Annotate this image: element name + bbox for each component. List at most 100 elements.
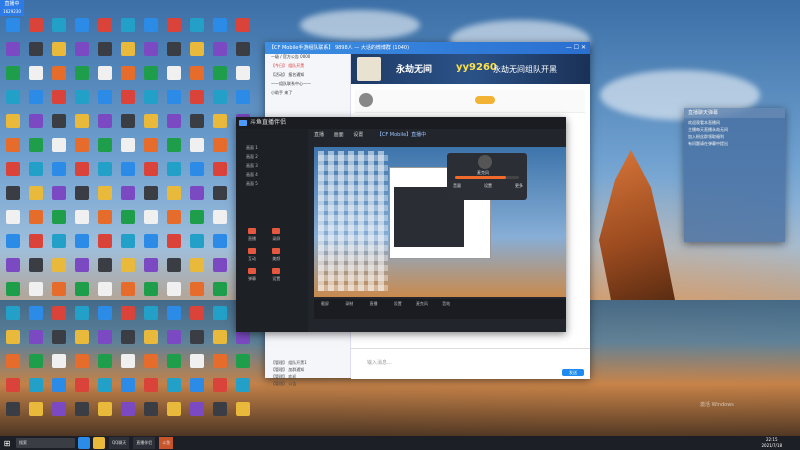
desktop-icon[interactable] — [140, 402, 162, 426]
desktop-icon[interactable] — [25, 234, 47, 258]
desktop-icon[interactable] — [163, 42, 185, 66]
desktop-icon[interactable] — [94, 162, 116, 186]
stream-preview[interactable] — [314, 147, 566, 297]
desktop-icon[interactable] — [140, 162, 162, 186]
scene-item[interactable]: 画面 4 — [236, 172, 308, 181]
desktop-icon[interactable] — [117, 138, 139, 162]
taskbar-clock[interactable]: 22:15 2021/7/18 — [761, 437, 782, 449]
desktop-icon[interactable] — [2, 66, 24, 90]
scene-item[interactable]: 画面 3 — [236, 163, 308, 172]
desktop-icon[interactable] — [209, 306, 231, 330]
desktop-icon[interactable] — [186, 18, 208, 42]
desktop-icon[interactable] — [71, 114, 93, 138]
desktop-icon[interactable] — [186, 402, 208, 426]
desktop-icon[interactable] — [186, 162, 208, 186]
start-button[interactable]: ⊞ — [0, 436, 14, 450]
desktop-icon[interactable] — [140, 210, 162, 234]
desktop-icon[interactable] — [2, 306, 24, 330]
desktop-icon[interactable] — [71, 18, 93, 42]
tool-record[interactable]: 录屏 — [266, 226, 286, 244]
desktop-icon[interactable] — [140, 354, 162, 378]
desktop-icon[interactable] — [71, 42, 93, 66]
taskbar-task[interactable]: 斗鱼 — [159, 437, 174, 449]
desktop-icon[interactable] — [209, 138, 231, 162]
desktop-icon[interactable] — [140, 306, 162, 330]
desktop-icon[interactable] — [140, 282, 162, 306]
desktop-icon[interactable] — [94, 330, 116, 354]
desktop-icon[interactable] — [117, 330, 139, 354]
desktop-icon[interactable] — [48, 282, 70, 306]
desktop-icon[interactable] — [48, 138, 70, 162]
desktop-icon[interactable] — [2, 234, 24, 258]
capture-app-window[interactable]: 斗鱼直播伴侣 画面 1 画面 2 画面 3 画面 4 画面 5 直播 录屏 互动… — [236, 117, 566, 332]
desktop-icon[interactable] — [117, 66, 139, 90]
desktop-icon[interactable] — [163, 186, 185, 210]
group-row[interactable]: 一级 / 官方公告 0000 — [265, 54, 350, 63]
tool-settings[interactable]: 设置 — [266, 266, 286, 284]
desktop-icon[interactable] — [2, 330, 24, 354]
desktop-icon[interactable] — [140, 234, 162, 258]
desktop-icon[interactable] — [48, 162, 70, 186]
desktop-icon[interactable] — [117, 162, 139, 186]
desktop-icon[interactable] — [2, 138, 24, 162]
desktop-icon[interactable] — [209, 330, 231, 354]
desktop-icon[interactable] — [25, 258, 47, 282]
group-row[interactable]: 【今日】 组队开黑 — [265, 63, 350, 72]
desktop-icon[interactable] — [163, 258, 185, 282]
desktop-icon[interactable] — [25, 330, 47, 354]
desktop-icon[interactable] — [140, 258, 162, 282]
scene-item[interactable]: 画面 5 — [236, 181, 308, 190]
desktop-icon[interactable] — [232, 330, 254, 354]
desktop-icon[interactable] — [25, 162, 47, 186]
desktop-icon[interactable] — [94, 66, 116, 90]
desktop-icon[interactable] — [140, 378, 162, 402]
desktop-icon[interactable] — [117, 378, 139, 402]
desktop-icon[interactable] — [186, 330, 208, 354]
window-controls[interactable]: — ☐ ✕ — [566, 42, 586, 54]
popup-item[interactable]: 音量 — [453, 183, 461, 189]
desktop-icon[interactable] — [2, 114, 24, 138]
desktop-icon[interactable] — [2, 258, 24, 282]
bottom-item[interactable]: 直播 — [362, 301, 384, 307]
desktop-icon[interactable] — [48, 18, 70, 42]
desktop-icon[interactable] — [186, 234, 208, 258]
desktop-icon[interactable] — [186, 306, 208, 330]
desktop-icon[interactable] — [71, 210, 93, 234]
message-input-placeholder[interactable]: 输入消息... — [367, 359, 392, 366]
desktop-icon[interactable] — [209, 186, 231, 210]
minimize-icon[interactable]: — — [566, 44, 572, 51]
desktop-icon[interactable] — [163, 234, 185, 258]
desktop-icon[interactable] — [48, 306, 70, 330]
desktop-icon[interactable] — [140, 186, 162, 210]
desktop-icon[interactable] — [71, 258, 93, 282]
desktop-icon[interactable] — [140, 42, 162, 66]
desktop-icon[interactable] — [140, 114, 162, 138]
danmu-widget[interactable]: 直播聊天弹幕 欢迎观看本直播间 主播每天直播永劫无间 加入粉丝群领取福利 有问题… — [684, 108, 785, 242]
desktop-icon[interactable] — [209, 162, 231, 186]
tool-interact[interactable]: 互动 — [242, 246, 262, 264]
desktop-icon[interactable] — [163, 138, 185, 162]
desktop-icon[interactable] — [117, 210, 139, 234]
desktop-icon[interactable] — [48, 234, 70, 258]
desktop-icon[interactable] — [25, 402, 47, 426]
desktop-icon[interactable] — [209, 66, 231, 90]
desktop-icon[interactable] — [94, 258, 116, 282]
desktop-icon[interactable] — [163, 162, 185, 186]
desktop-icon[interactable] — [186, 42, 208, 66]
desktop-icon[interactable] — [163, 330, 185, 354]
popup-item[interactable]: 更多 — [515, 183, 523, 189]
desktop-icon[interactable] — [94, 90, 116, 114]
bottom-item[interactable]: 截屏 — [314, 301, 336, 307]
desktop-icon[interactable] — [48, 354, 70, 378]
popup-item[interactable]: 设置 — [484, 183, 492, 189]
desktop-icon[interactable] — [2, 186, 24, 210]
desktop-icon[interactable] — [94, 354, 116, 378]
desktop-icon[interactable] — [209, 114, 231, 138]
desktop-icon[interactable] — [25, 66, 47, 90]
desktop-icon[interactable] — [140, 330, 162, 354]
desktop-icon[interactable] — [94, 18, 116, 42]
desktop-icon[interactable] — [140, 138, 162, 162]
desktop-icon[interactable] — [71, 186, 93, 210]
desktop-icon[interactable] — [209, 354, 231, 378]
tool-live[interactable]: 直播 — [242, 226, 262, 244]
